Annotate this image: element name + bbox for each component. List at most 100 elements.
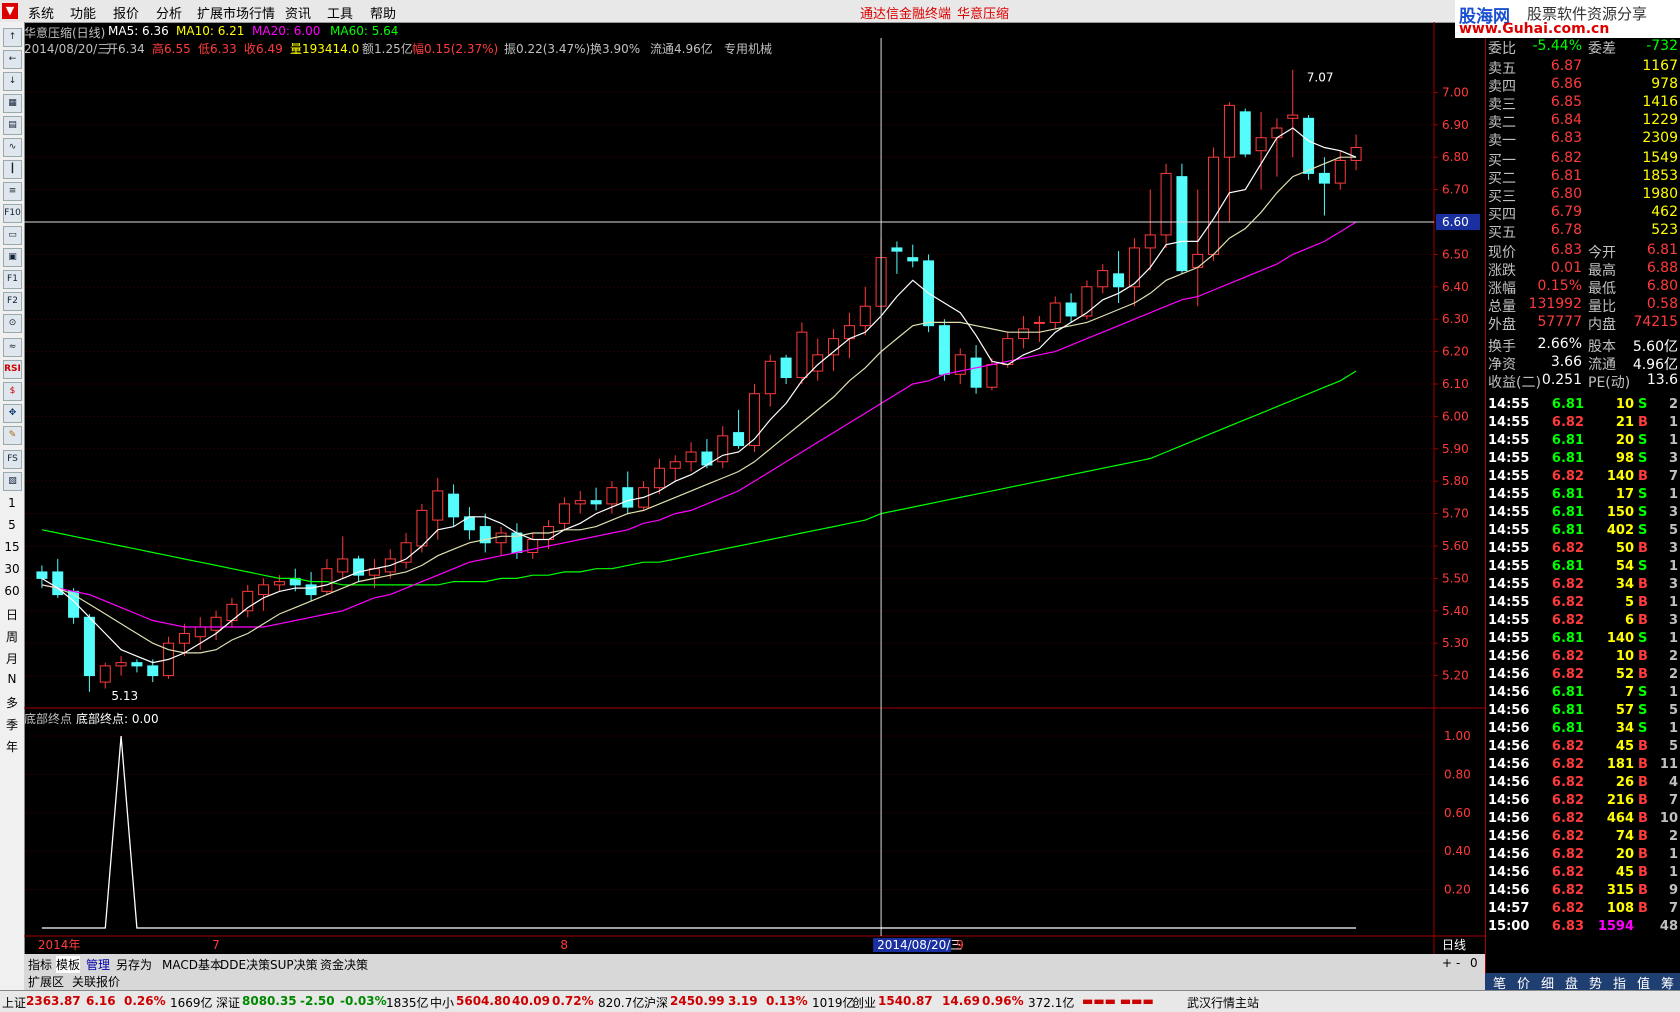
reset-button[interactable]: 0 — [1470, 956, 1478, 970]
sh-percent: 0.26% — [124, 994, 166, 1008]
hs-label[interactable]: 沪深 — [644, 994, 668, 1011]
hs-percent: 0.13% — [766, 994, 808, 1008]
f2-icon[interactable]: F2 — [3, 292, 22, 311]
rsi-icon[interactable]: RSI — [3, 360, 22, 379]
tick-cell: 14:55 — [1488, 577, 1530, 592]
grid-icon[interactable]: ▦ — [3, 94, 22, 113]
period-60min[interactable]: 60 — [0, 584, 24, 598]
period-5min[interactable]: 5 — [0, 518, 24, 532]
zoom-icon[interactable]: ⊙ — [3, 314, 22, 333]
tick-cell: 6.82 — [1551, 775, 1584, 790]
period-quarter[interactable]: 季 — [0, 716, 24, 733]
period-year[interactable]: 年 — [0, 738, 24, 755]
tick-cell: 464 — [1606, 811, 1634, 826]
menu-help[interactable]: 帮助 — [370, 3, 396, 22]
kline-chart[interactable]: 7.00 6.90 6.80 6.70 6.60 6.50 6.40 6.30 6.20 6.10… — [24, 22, 1485, 954]
ma20-line — [41, 221, 1357, 628]
tick-row: 14:56 6.81 7 S 1 — [1486, 684, 1680, 702]
tab-sup-decision[interactable]: SUP决策 — [270, 956, 318, 973]
zoom-out-button[interactable]: - — [1456, 956, 1460, 970]
stat-row-cell: 6.81 — [1646, 242, 1678, 258]
server-name[interactable]: 武汉行情主站 — [1187, 994, 1259, 1011]
tab-manage[interactable]: 管理 — [86, 956, 110, 973]
wave-icon[interactable]: ≈ — [3, 338, 22, 357]
sh-label[interactable]: 上证 — [2, 994, 26, 1011]
quote-panel: 委比 -5.44% 委差 -732 卖五 6.87 1167 卖四 6.86 978 卖三 6.85 1… — [1485, 38, 1680, 990]
zx-change: 40.09 — [512, 994, 550, 1008]
period-week[interactable]: 周 — [0, 628, 24, 645]
fundamental-row-cell: 2.66% — [1537, 336, 1582, 352]
up-arrow-icon[interactable]: ↑ — [3, 28, 22, 47]
tick-cell: 6.82 — [1551, 595, 1584, 610]
menu-analysis[interactable]: 分析 — [156, 3, 182, 22]
tick-row: 14:55 6.81 10 S 2 — [1486, 396, 1680, 414]
note-icon[interactable]: ▣ — [3, 248, 22, 267]
tab-save-as[interactable]: 另存为 — [116, 956, 152, 973]
tick-row: 14:55 6.81 140 S 1 — [1486, 630, 1680, 648]
stat-row: 总量 131992 量比 0.58 — [1486, 296, 1680, 315]
amount-value: 额1.25亿 — [362, 42, 413, 56]
period-day[interactable]: 日 — [0, 606, 24, 623]
menu-tools[interactable]: 工具 — [327, 3, 353, 22]
f1-icon[interactable]: F1 — [3, 270, 22, 289]
fs-icon[interactable]: FS — [3, 450, 22, 469]
tab-indicator[interactable]: 指标 — [28, 956, 52, 973]
zoom-in-button[interactable]: + — [1442, 956, 1452, 970]
tab-dde-decision[interactable]: DDE决策 — [220, 956, 270, 973]
tab-extended-area[interactable]: 扩展区 — [28, 973, 64, 990]
tick-cell: 6.82 — [1551, 811, 1584, 826]
stat-row-cell: 最高 — [1588, 263, 1616, 279]
price-axis-label: 7.00 — [1442, 85, 1469, 99]
period-month[interactable]: 月 — [0, 650, 24, 667]
candle-down — [1176, 176, 1188, 272]
menu-extended-market[interactable]: 扩展市场行情 — [197, 3, 275, 22]
line-chart-icon[interactable]: ∿ — [3, 138, 22, 157]
chart-area[interactable]: 7.00 6.90 6.80 6.70 6.60 6.50 6.40 6.30 6.20 6.10… — [24, 22, 1485, 977]
tick-cell: 14:56 — [1488, 757, 1530, 772]
period-1min[interactable]: 1 — [0, 496, 24, 510]
order-ratio-row-cell: 委差 — [1588, 41, 1616, 57]
down-arrow-icon[interactable]: ↓ — [3, 72, 22, 91]
f10-icon[interactable]: F10 — [3, 204, 22, 223]
menu-info[interactable]: 资讯 — [285, 3, 311, 22]
open-value: 开6.34 — [106, 42, 145, 56]
close-value: 收6.49 — [244, 42, 283, 56]
list-icon[interactable]: ≡ — [3, 182, 22, 201]
dollar-icon[interactable]: $ — [3, 382, 22, 401]
sz-label[interactable]: 深证 — [216, 994, 240, 1011]
tick-cell: B — [1638, 811, 1648, 826]
tick-cell: 3 — [1668, 505, 1678, 520]
indicator-axis-label: 0.80 — [1444, 767, 1471, 781]
candle-up — [748, 393, 760, 447]
snapshot-icon[interactable]: ▧ — [3, 472, 22, 491]
tab-fund-decision[interactable]: 资金决策 — [320, 956, 368, 973]
hs-index: 2450.99 — [670, 994, 725, 1008]
zx-label[interactable]: 中小 — [430, 994, 454, 1011]
tick-cell: 150 — [1606, 505, 1634, 520]
tab-macd-basic[interactable]: MACD基本 — [162, 956, 222, 973]
move-icon[interactable]: ✥ — [3, 404, 22, 423]
tick-cell: 3 — [1668, 577, 1678, 592]
low-value: 低6.33 — [198, 42, 237, 56]
tick-cell: B — [1638, 793, 1648, 808]
tick-row: 14:56 6.82 464 B 10 — [1486, 810, 1680, 828]
tick-cell: B — [1638, 739, 1648, 754]
menu-system[interactable]: 系统 — [28, 3, 54, 22]
tab-template[interactable]: 模板 — [56, 956, 81, 973]
cy-label[interactable]: 创业 — [852, 994, 876, 1011]
menu-quote[interactable]: 报价 — [113, 3, 139, 22]
left-arrow-icon[interactable]: ← — [3, 50, 22, 69]
document-icon[interactable]: ▭ — [3, 226, 22, 245]
menu-function[interactable]: 功能 — [70, 3, 96, 22]
period-multi[interactable]: 多 — [0, 694, 24, 711]
indicator-name[interactable]: 底部终点 — [24, 710, 72, 727]
tick-cell: 6.81 — [1551, 523, 1584, 538]
period-n[interactable]: N — [0, 672, 24, 686]
pencil-icon[interactable]: ✎ — [3, 426, 22, 445]
period-15min[interactable]: 15 — [0, 540, 24, 554]
table-icon[interactable]: ▤ — [3, 116, 22, 135]
tab-related-quotes[interactable]: 关联报价 — [72, 973, 120, 990]
kline-icon[interactable]: ┃ — [3, 160, 22, 179]
candle-up — [495, 532, 507, 544]
period-30min[interactable]: 30 — [0, 562, 24, 576]
